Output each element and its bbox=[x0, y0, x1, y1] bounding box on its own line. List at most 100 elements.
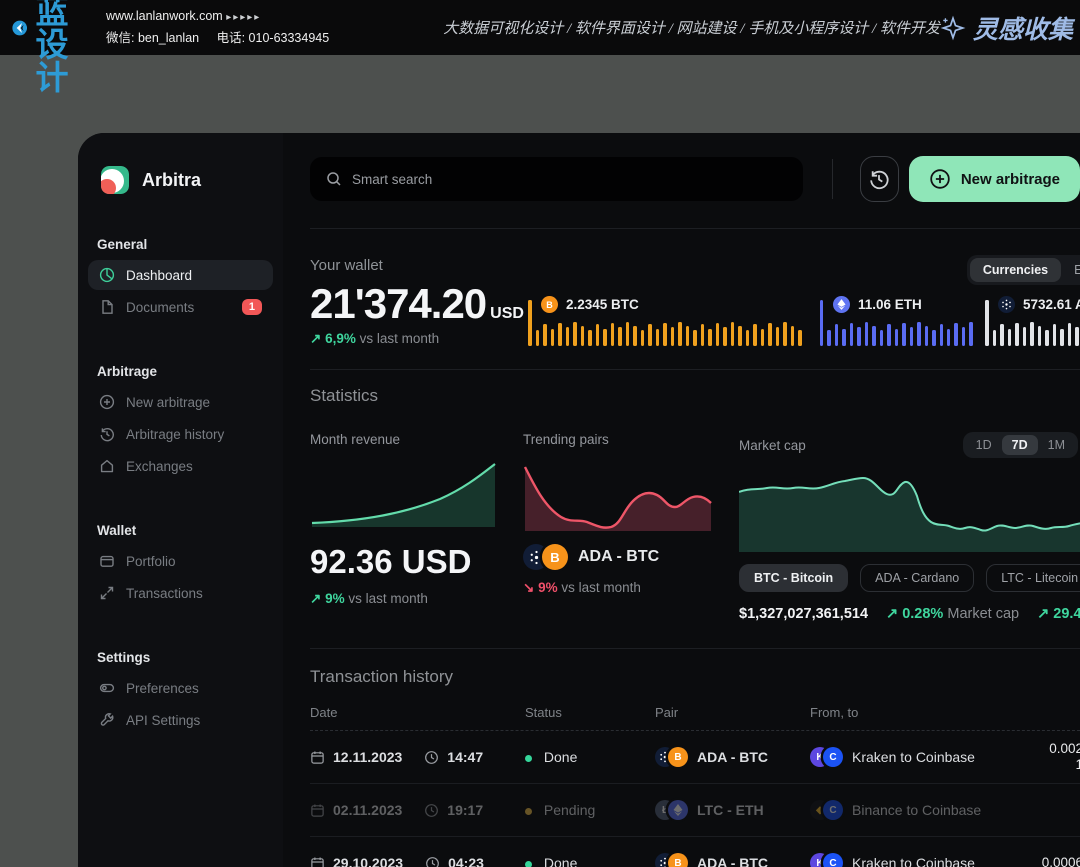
wechat-label: 微信: ben_lanlan bbox=[106, 31, 199, 45]
site-logo[interactable]: 蓝蓝设计 bbox=[12, 0, 94, 94]
wallet-balance-block: 21'374.20USD ↗ 6,9% vs last month bbox=[310, 282, 528, 347]
holding-bar bbox=[791, 326, 795, 346]
btc-holding-label: B 2.2345 BTC bbox=[541, 296, 639, 313]
new-arbitrage-button[interactable]: New arbitrage bbox=[909, 156, 1080, 202]
table-row[interactable]: 02.11.2023 19:17 Pending Ł bbox=[310, 784, 1080, 837]
sidebar-item-label: Transactions bbox=[126, 586, 203, 601]
holding-bar bbox=[940, 324, 943, 346]
holding-bar bbox=[731, 322, 735, 346]
range-7d[interactable]: 7D bbox=[1002, 435, 1038, 455]
status-cell: Pending bbox=[525, 802, 655, 818]
cardano-icon bbox=[998, 296, 1015, 313]
arbitra-dashboard: Arbitra General Dashboard Documents 1 Ar… bbox=[78, 133, 1080, 867]
bitcoin-icon: B bbox=[668, 853, 688, 867]
sidebar-item-documents[interactable]: Documents 1 bbox=[88, 292, 273, 322]
chip-ltc-litecoin[interactable]: LTC - Litecoin bbox=[986, 564, 1080, 592]
coinbase-icon: C bbox=[823, 800, 843, 820]
holding-bar bbox=[1030, 322, 1034, 346]
sidebar-item-portfolio[interactable]: Portfolio bbox=[88, 546, 273, 576]
ada-holding-group[interactable]: 5732.61 ADA bbox=[985, 296, 1080, 346]
range-1m[interactable]: 1M bbox=[1038, 435, 1075, 455]
chip-ada-cardano[interactable]: ADA - Cardano bbox=[860, 564, 974, 592]
holding-bar bbox=[716, 323, 720, 346]
sparkle-star-icon bbox=[940, 15, 966, 41]
status-dot bbox=[525, 808, 532, 815]
transaction-history-section: Transaction history Date Status Pair Fro… bbox=[310, 649, 1080, 867]
amount-line2: 1 bbox=[1049, 757, 1080, 773]
date-cell: 29.10.2023 04:23 bbox=[310, 855, 525, 867]
btc-amount: 2.2345 BTC bbox=[566, 297, 639, 312]
trending-pairs-title: Trending pairs bbox=[523, 432, 713, 447]
holding-bar bbox=[611, 323, 615, 346]
sidebar-item-dashboard[interactable]: Dashboard bbox=[88, 260, 273, 290]
holding-bar bbox=[842, 329, 845, 346]
sidebar-item-preferences[interactable]: Preferences bbox=[88, 673, 273, 703]
holding-bar bbox=[543, 324, 547, 346]
holding-bar bbox=[761, 329, 765, 346]
app-brand[interactable]: Arbitra bbox=[100, 163, 283, 197]
site-logo-text: 蓝蓝设计 bbox=[35, 0, 94, 94]
ethereum-icon bbox=[668, 800, 688, 820]
holding-bar bbox=[678, 322, 682, 346]
site-url[interactable]: www.lanlanwork.com bbox=[106, 9, 223, 23]
search-icon bbox=[326, 171, 342, 187]
month-revenue-value: 92.36 USD bbox=[310, 543, 497, 581]
search-bar[interactable] bbox=[310, 157, 803, 201]
holding-bar bbox=[827, 330, 830, 346]
search-input[interactable] bbox=[352, 172, 787, 187]
trending-pair: B ADA - BTC bbox=[523, 544, 713, 570]
holding-bar bbox=[551, 329, 555, 346]
history-button[interactable] bbox=[860, 156, 899, 202]
holding-bar bbox=[954, 323, 957, 346]
sidebar-item-transactions[interactable]: Transactions bbox=[88, 578, 273, 608]
sidebar-item-arbitrage-history[interactable]: Arbitrage history bbox=[88, 419, 273, 449]
route-icons: K C bbox=[810, 853, 843, 867]
table-row[interactable]: 12.11.2023 14:47 Done B bbox=[310, 731, 1080, 784]
chip-btc-bitcoin[interactable]: BTC - Bitcoin bbox=[739, 564, 848, 592]
calendar-icon bbox=[310, 750, 325, 765]
ethereum-icon bbox=[833, 296, 850, 313]
preferences-icon bbox=[99, 680, 115, 696]
tab-currencies[interactable]: Currencies bbox=[970, 258, 1061, 282]
cap-change: 0.28% bbox=[902, 606, 943, 622]
tab-exchanges[interactable]: Exchanges bbox=[1061, 258, 1080, 282]
table-row[interactable]: 29.10.2023 04:23 Done B bbox=[310, 837, 1080, 867]
btc-holding-group[interactable]: B 2.2345 BTC bbox=[528, 296, 820, 346]
holding-bar bbox=[1068, 323, 1072, 346]
holding-bar bbox=[633, 326, 637, 346]
sidebar-item-api-settings[interactable]: API Settings bbox=[88, 705, 273, 735]
sidebar-item-label: API Settings bbox=[126, 713, 200, 728]
status-value: Pending bbox=[544, 802, 595, 818]
sidebar-item-label: Exchanges bbox=[126, 459, 193, 474]
topbar: New arbitrage bbox=[310, 156, 1080, 202]
sidebar-item-exchanges[interactable]: Exchanges bbox=[88, 451, 273, 481]
col-pair: Pair bbox=[655, 705, 810, 720]
inspiration-collect[interactable]: 灵感收集 bbox=[940, 10, 1073, 46]
holding-bar bbox=[701, 324, 705, 346]
clock-history-icon bbox=[868, 168, 890, 190]
trending-pairs-card: Trending pairs B A bbox=[523, 432, 713, 622]
status-value: Done bbox=[544, 749, 577, 765]
holding-bar bbox=[835, 324, 838, 346]
holding-bar bbox=[969, 322, 972, 346]
sidebar-item-new-arbitrage[interactable]: New arbitrage bbox=[88, 387, 273, 417]
change-suffix: vs last month bbox=[360, 331, 440, 346]
wallet-tabs: Currencies Exchanges bbox=[967, 255, 1080, 285]
ada-amount: 5732.61 ADA bbox=[1023, 297, 1080, 312]
market-cap-value: $1,327,027,361,514 bbox=[739, 606, 868, 622]
topbar-divider bbox=[832, 159, 833, 199]
cap-label: Market cap bbox=[947, 606, 1019, 622]
up-arrow-icon: ↗ bbox=[886, 606, 898, 622]
main-content: New arbitrage Your wallet Currencies Exc… bbox=[283, 133, 1080, 867]
section-label-settings: Settings bbox=[97, 650, 283, 665]
holding-bar bbox=[1075, 327, 1079, 346]
sidebar-item-label: New arbitrage bbox=[126, 395, 210, 410]
eth-holding-group[interactable]: 11.06 ETH bbox=[820, 296, 985, 346]
new-arbitrage-label: New arbitrage bbox=[961, 171, 1060, 188]
holding-bar bbox=[588, 330, 592, 346]
sidebar-item-label: Documents bbox=[126, 300, 194, 315]
range-1d[interactable]: 1D bbox=[966, 435, 1002, 455]
holding-bar bbox=[850, 323, 853, 346]
statistics-title: Statistics bbox=[310, 386, 1080, 406]
amount-cell: 0.0006 bbox=[1042, 855, 1080, 867]
